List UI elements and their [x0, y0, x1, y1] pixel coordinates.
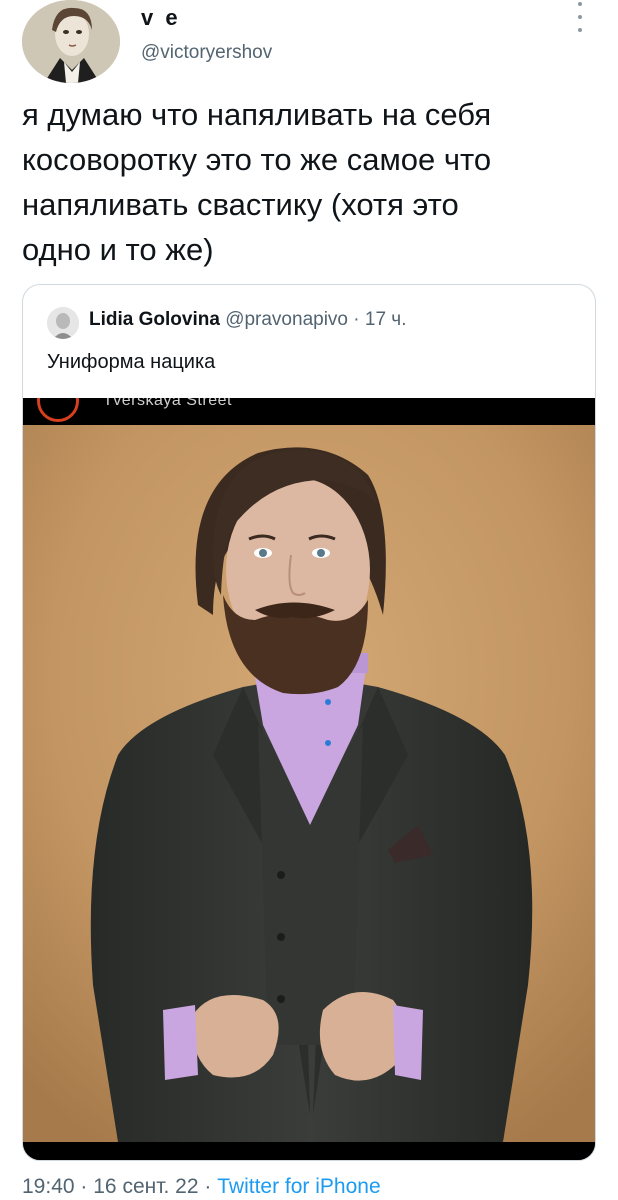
- tweet-footer: 19:40 · 16 сент. 22 · Twitter for iPhone: [22, 1175, 381, 1199]
- tweet-line: я думаю что напяливать на себя: [22, 97, 492, 132]
- separator-dot: ·: [353, 309, 360, 330]
- author-avatar[interactable]: [22, 0, 120, 83]
- more-vertical-icon[interactable]: [568, 2, 592, 32]
- quote-author-avatar[interactable]: [47, 307, 79, 339]
- footer-date[interactable]: 16 сент. 22: [93, 1175, 198, 1198]
- quote-text: Униформа нацика: [47, 351, 216, 373]
- author-display-name[interactable]: v e: [141, 5, 181, 31]
- tweet-line: одно и то же): [22, 232, 214, 267]
- source-link[interactable]: Twitter for iPhone: [217, 1175, 380, 1198]
- tweet-line: напяливать свастику (хотя это: [22, 187, 459, 222]
- portrait-photo: [23, 425, 595, 1142]
- quote-time[interactable]: 17 ч.: [365, 309, 407, 330]
- media-top-strip: Tverskaya Street: [23, 398, 595, 425]
- media-logo-icon: [37, 398, 79, 422]
- separator-dot: ·: [80, 1175, 88, 1198]
- footer-time[interactable]: 19:40: [22, 1175, 75, 1198]
- tweet-line: косоворотку это то же самое что: [22, 142, 492, 177]
- media-bottom-strip: [23, 1142, 595, 1160]
- media-caption: Tverskaya Street: [103, 398, 232, 409]
- tweet-text: я думаю что напяливать на себя косоворот…: [22, 92, 597, 272]
- quoted-tweet-card[interactable]: Lidia Golovina @pravonapivo · 17 ч. Униф…: [22, 284, 596, 1161]
- separator-dot: ·: [204, 1175, 212, 1198]
- quote-author-name[interactable]: Lidia Golovina: [89, 309, 220, 330]
- author-handle[interactable]: @victoryershov: [141, 42, 272, 64]
- quote-avatar-image: [47, 307, 79, 339]
- avatar-portrait-image: [22, 0, 120, 83]
- quote-media[interactable]: Tverskaya Street: [23, 398, 595, 1160]
- quote-header: Lidia Golovina @pravonapivo · 17 ч.: [89, 309, 406, 331]
- quote-author-handle[interactable]: @pravonapivo: [225, 309, 348, 330]
